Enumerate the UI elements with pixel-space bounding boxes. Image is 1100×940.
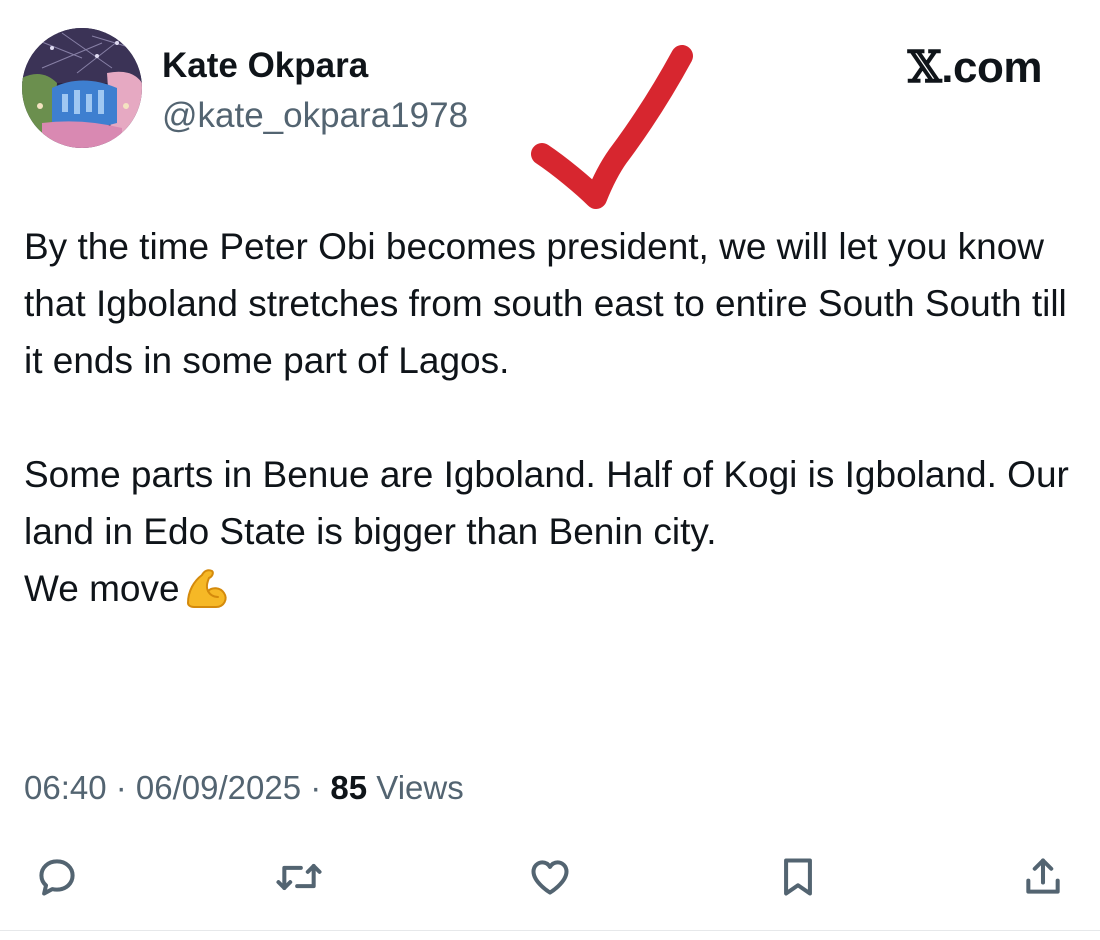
tweet-date[interactable]: 06/09/2025 [136,769,301,806]
tweet-body: By the time Peter Obi becomes president,… [24,226,1069,609]
tweet-meta: 06:40 · 06/09/2025 · 85 Views [24,768,464,808]
views-label: Views [367,769,464,806]
bookmark-button[interactable] [773,852,823,902]
share-button[interactable] [1018,852,1068,902]
flexed-biceps-icon [182,565,230,625]
user-handle[interactable]: @kate_okpara1978 [162,96,468,136]
red-arrow-icon [531,45,693,209]
like-button[interactable] [525,852,575,902]
site-label: 𝕏.com [907,42,1043,93]
bottom-divider [0,930,1100,931]
x-logo-mark: 𝕏 [907,42,942,93]
display-name[interactable]: Kate Okpara [162,46,368,86]
share-icon [1026,858,1060,894]
comment-icon [39,859,75,896]
meta-separator: · [301,769,331,806]
bookmark-icon [784,858,812,896]
reply-button[interactable] [32,852,82,902]
tweet-time[interactable]: 06:40 [24,769,107,806]
puzzle-avatar-icon [22,28,142,148]
tweet-card: Kate Okpara @kate_okpara1978 𝕏.com By th… [0,0,1100,940]
repost-button[interactable] [274,852,324,902]
avatar[interactable] [22,28,142,148]
site-label-text: .com [941,43,1042,92]
tweet-text: By the time Peter Obi becomes president,… [24,218,1084,625]
heart-icon [531,860,569,895]
meta-separator: · [106,769,136,806]
views-count: 85 [330,769,368,806]
repost-icon [276,863,322,891]
